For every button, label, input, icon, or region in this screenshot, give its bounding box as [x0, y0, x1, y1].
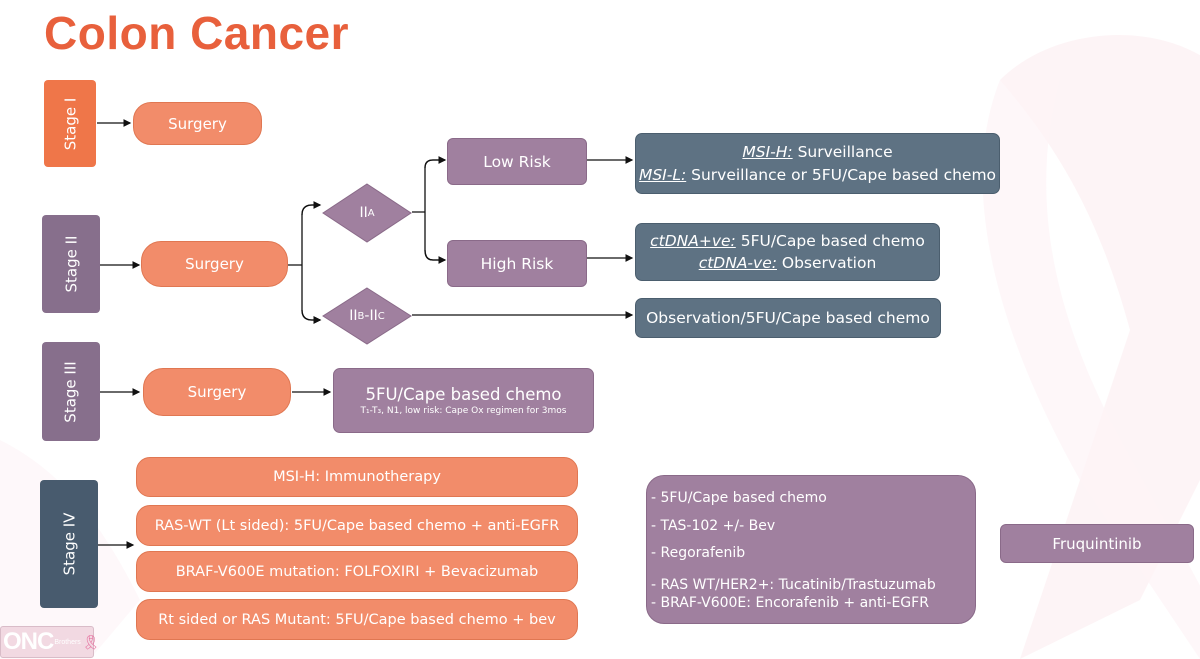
high-risk-outcome-line-2: ctDNA-ve: Observation — [699, 252, 877, 274]
stage-4-option-4: Rt sided or RAS Mutant: 5FU/Cape based c… — [136, 599, 578, 640]
logo-main-text: ONC — [3, 628, 54, 655]
low-risk-outcome-box: MSI-H: Surveillance MSI-L: Surveillance … — [635, 133, 1000, 194]
stage-1-surgery: Surgery — [133, 102, 262, 145]
iibc-outcome-box: Observation/5FU/Cape based chemo — [635, 298, 941, 338]
msi-l-text: Surveillance or 5FU/Cape based chemo — [686, 165, 997, 184]
stage-2bc-label-sub1: B — [357, 310, 365, 322]
later-line-item: - RAS WT/HER2+: Tucatinib/Trastuzumab — [651, 576, 936, 593]
stage-2a-label-main: II — [359, 205, 368, 221]
stage-2bc-label-sub2: C — [377, 310, 385, 322]
branch-surgery-to-substages — [288, 204, 320, 320]
branch-iia-to-risk — [412, 159, 445, 261]
stage-2a-label-sub: A — [367, 207, 375, 219]
later-line-item: - 5FU/Cape based chemo — [651, 490, 827, 506]
stage-2-box: Stage II — [42, 215, 100, 313]
stage-4-option-2: RAS-WT (Lt sided): 5FU/Cape based chemo … — [136, 505, 578, 546]
stage-3-chemo-title: 5FU/Cape based chemo — [365, 385, 562, 404]
msi-h-text: Surveillance — [792, 143, 893, 162]
low-risk-box: Low Risk — [447, 138, 587, 185]
stage-2bc-label-main1: II — [349, 308, 358, 324]
stage-3-box: Stage III — [42, 342, 100, 441]
stage-2-label: Stage II — [62, 235, 80, 293]
low-risk-outcome-line-2: MSI-L: Surveillance or 5FU/Cape based ch… — [639, 164, 996, 186]
high-risk-outcome-line-1: ctDNA+ve: 5FU/Cape based chemo — [650, 230, 925, 252]
stage-4-option-1: MSI-H: Immunotherapy — [136, 457, 578, 497]
stage-4-later-line-box: - 5FU/Cape based chemo - TAS-102 +/- Bev… — [646, 475, 976, 624]
low-risk-outcome-line-1: MSI-H: Surveillance — [742, 141, 892, 163]
ctdna-pos-text: 5FU/Cape based chemo — [735, 231, 925, 250]
msi-l-label: MSI-L: — [638, 165, 687, 184]
logo-sub-text: Brothers — [54, 638, 81, 646]
stage-3-chemo-note: T₁-T₃, N1, low risk: Cape Ox regimen for… — [360, 406, 567, 416]
stage-1-box: Stage I — [44, 80, 96, 167]
stage-3-label: Stage III — [62, 360, 81, 423]
ctdna-neg-label: ctDNA-ve: — [698, 254, 777, 272]
later-line-item: - TAS-102 +/- Bev — [651, 517, 776, 534]
ctdna-pos-label: ctDNA+ve: — [650, 231, 736, 250]
stage-2-surgery: Surgery — [141, 241, 288, 287]
high-risk-outcome-box: ctDNA+ve: 5FU/Cape based chemo ctDNA-ve:… — [635, 223, 940, 281]
stage-4-option-3: BRAF-V600E mutation: FOLFOXIRI + Bevaciz… — [136, 551, 578, 592]
fruquintinib-box: Fruquintinib — [1000, 524, 1194, 563]
stage-2bc-diamond: II B - II C — [322, 287, 412, 345]
stage-3-surgery: Surgery — [143, 368, 291, 416]
later-line-item: - BRAF-V600E: Encorafenib + anti-EGFR — [651, 594, 929, 611]
stage-2a-diamond: II A — [322, 183, 412, 243]
stage-2bc-label-main2: II — [369, 308, 378, 324]
stage-1-label: Stage I — [61, 97, 80, 150]
onc-brothers-logo: ONC Brothers 🎗 — [0, 626, 100, 658]
later-line-item: - Regorafenib — [651, 545, 746, 561]
ribbon-icon: 🎗 — [81, 633, 100, 650]
msi-h-label: MSI-H: — [742, 143, 793, 162]
stage-3-chemo-box: 5FU/Cape based chemo T₁-T₃, N1, low risk… — [333, 368, 594, 433]
ctdna-neg-text: Observation — [776, 254, 877, 272]
stage-4-box: Stage IV — [40, 480, 98, 608]
high-risk-box: High Risk — [447, 240, 587, 287]
stage-4-label: Stage IV — [60, 512, 78, 576]
page-title: Colon Cancer — [44, 7, 350, 59]
